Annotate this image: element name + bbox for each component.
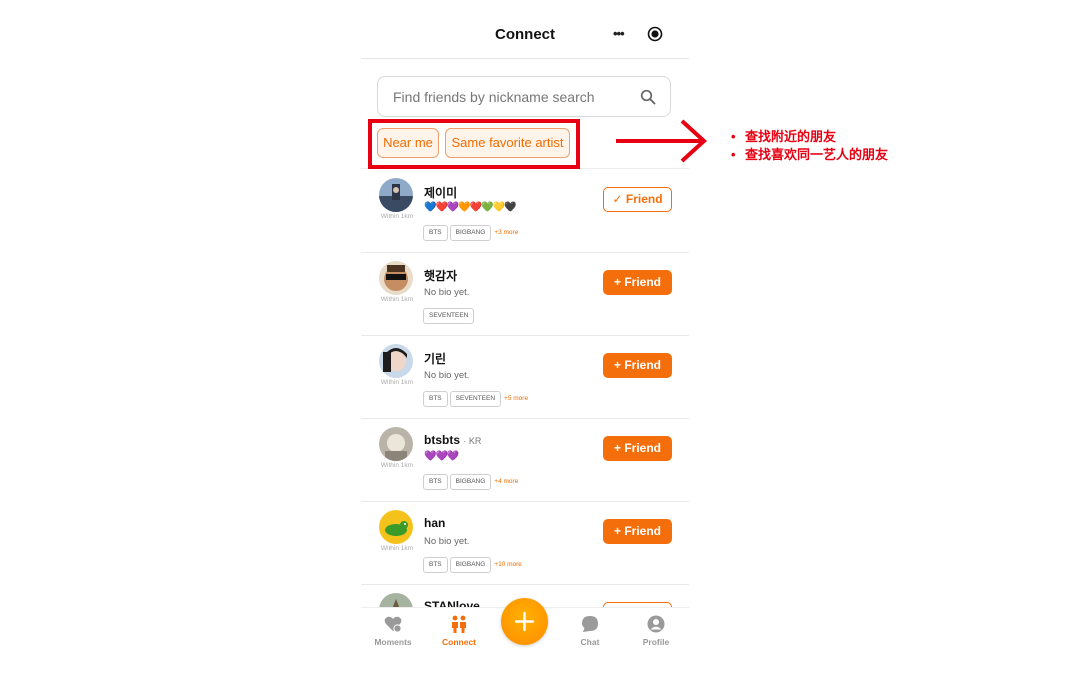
tab-profile[interactable]: Profile (624, 614, 688, 647)
people-icon (452, 615, 466, 633)
artist-tags: SEVENTEEN (423, 308, 476, 325)
search-icon[interactable] (640, 89, 656, 105)
artist-tags: BTS BIGBANG +3 more (423, 225, 518, 242)
nickname[interactable]: btsbts · KR (424, 433, 481, 447)
search-input[interactable] (391, 88, 635, 106)
page-title: Connect (495, 26, 555, 43)
avatar[interactable] (379, 344, 413, 378)
artist-tag: SEVENTEEN (449, 391, 502, 407)
nickname-text: btsbts (424, 433, 460, 447)
annotation-notes: • 查找附近的朋友 • 查找喜欢同一艺人的朋友 (731, 128, 888, 164)
friend-button-label: Friend (624, 358, 661, 372)
avatar[interactable] (379, 510, 413, 544)
artist-tag: BTS (423, 225, 448, 241)
annotation-note: • 查找喜欢同一艺人的朋友 (731, 147, 889, 162)
distance-label: Within 1km (380, 545, 414, 552)
more-menu-icon[interactable]: ••• (613, 26, 625, 41)
plus-icon: + (613, 524, 625, 538)
list-item[interactable]: Within 1km han No bio yet. BTS BIGBANG +10… (361, 501, 689, 585)
artist-tag: SEVENTEEN (423, 308, 475, 324)
friend-button-label: Friend (625, 192, 663, 206)
tab-label: Moments (374, 637, 412, 647)
tab-label: Profile (642, 637, 670, 647)
friend-button-label: Friend (624, 441, 661, 455)
profile-icon (647, 615, 665, 633)
distance-label: Within 1km (380, 462, 414, 469)
nickname[interactable]: han (424, 516, 445, 530)
plus-icon (514, 611, 535, 632)
chat-bubble-icon (582, 616, 598, 632)
app-header: Connect ••• (361, 0, 689, 59)
bio-text: No bio yet. (424, 287, 470, 298)
heart-emojis: 💙❤️💜🧡❤️💚💛🖤 (424, 202, 517, 213)
bio-text: No bio yet. (424, 536, 470, 547)
nickname-text: han (424, 516, 446, 530)
tab-moments[interactable]: Moments (361, 614, 425, 647)
artist-tags: BTS BIGBANG +4 more (423, 474, 518, 491)
annotation-text: 查找喜欢同一艺人的朋友 (745, 147, 889, 162)
artist-tag: BTS (423, 474, 448, 490)
annotation-highlight-box (368, 119, 580, 169)
plus-icon: + (613, 275, 625, 289)
avatar[interactable] (379, 427, 413, 461)
friend-button-label: Friend (624, 275, 661, 289)
artist-tags: BTS SEVENTEEN +5 more (423, 391, 528, 408)
nickname-text: 기린 (424, 352, 447, 366)
list-item[interactable]: Within 1km 기린 No bio yet. BTS SEVENTEEN +5… (361, 335, 689, 419)
avatar[interactable] (379, 261, 413, 295)
phone-screen: Connect ••• Near me Same favorite artist… (361, 0, 689, 681)
annotation-note: • 查找附近的朋友 (731, 129, 837, 144)
list-item[interactable]: Within 1km 제이미 💙❤️💜🧡❤️💚💛🖤 BTS BIGBANG +3 m… (361, 169, 689, 253)
region-label: · KR (463, 436, 482, 446)
nickname[interactable]: 기린 (424, 350, 446, 367)
tab-chat[interactable]: Chat (558, 614, 622, 647)
heart-emojis: 💜💜💜 (424, 451, 459, 462)
add-friend-button[interactable]: + Friend (603, 436, 672, 461)
friend-added-button[interactable]: ✓ Friend (603, 187, 672, 212)
friend-button-label: Friend (624, 524, 661, 538)
distance-label: Within 1km (380, 213, 414, 220)
add-post-button[interactable] (501, 598, 548, 645)
check-icon: ✓ (612, 192, 626, 206)
record-icon[interactable] (647, 26, 663, 42)
more-tags-link[interactable]: +3 more (494, 225, 518, 241)
list-item[interactable]: Within 1km btsbts · KR 💜💜💜 BTS BIGBANG +4 … (361, 418, 689, 502)
avatar[interactable] (379, 178, 413, 212)
artist-tag: BTS (423, 391, 448, 407)
annotation-arrow-icon (616, 119, 707, 163)
nickname[interactable]: 제이미 (424, 184, 457, 201)
more-tags-link[interactable]: +4 more (494, 474, 518, 490)
list-item[interactable]: Within 1km 햇감자 No bio yet. SEVENTEEN + F… (361, 252, 689, 336)
heart-chat-icon (384, 616, 402, 633)
add-friend-button[interactable]: + Friend (603, 270, 672, 295)
nickname[interactable]: 햇감자 (424, 267, 457, 284)
artist-tag: BIGBANG (449, 225, 492, 241)
nickname-text: 햇감자 (424, 269, 458, 283)
artist-tag: BTS (423, 557, 448, 573)
artist-tag: BIGBANG (449, 474, 492, 490)
add-friend-button[interactable]: + Friend (603, 353, 672, 378)
distance-label: Within 1km (380, 296, 414, 303)
artist-tags: BTS BIGBANG +10 more (423, 557, 522, 574)
search-bar[interactable] (377, 76, 671, 117)
nickname-text: 제이미 (424, 186, 458, 200)
tab-label: Chat (580, 637, 600, 647)
more-tags-link[interactable]: +10 more (494, 557, 522, 573)
plus-icon: + (613, 441, 625, 455)
tab-label: Connect (442, 637, 476, 647)
add-friend-button[interactable]: + Friend (603, 519, 672, 544)
distance-label: Within 1km (380, 379, 414, 386)
artist-tag: BIGBANG (449, 557, 492, 573)
annotation-text: 查找附近的朋友 (745, 129, 837, 144)
plus-icon: + (613, 358, 625, 372)
tab-connect[interactable]: Connect (427, 614, 491, 647)
more-tags-link[interactable]: +5 more (504, 391, 528, 407)
bio-text: No bio yet. (424, 370, 470, 381)
friend-list[interactable]: Within 1km 제이미 💙❤️💜🧡❤️💚💛🖤 BTS BIGBANG +3 m… (361, 168, 689, 609)
